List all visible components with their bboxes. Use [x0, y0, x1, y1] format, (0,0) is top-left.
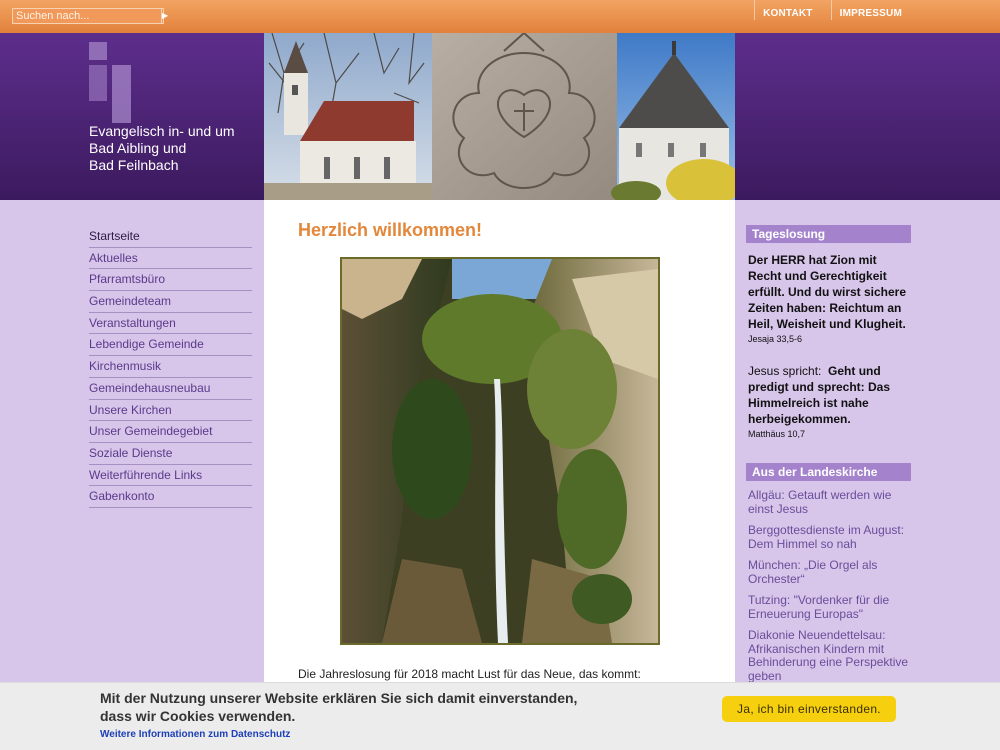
news-item-diakonie[interactable]: Diakonie Neuendettelsau: Afrikanischen K… — [748, 628, 911, 683]
news-item-muenchen-orgel[interactable]: München: „Die Orgel als Orchester“ — [748, 558, 911, 586]
tageslosung-verse-2: Jesus spricht: Geht und predigt und spre… — [748, 363, 911, 427]
nav-item-lebendige-gemeinde[interactable]: Lebendige Gemeinde — [89, 334, 252, 357]
tageslosung-verse-1: Der HERR hat Zion mit Recht und Gerechti… — [748, 253, 907, 331]
nav-item-gemeindeteam[interactable]: Gemeindeteam — [89, 291, 252, 313]
impressum-link[interactable]: IMPRESSUM — [830, 0, 1000, 20]
news-item-berggottesdienste[interactable]: Berggottesdienste im August: Dem Himmel … — [748, 523, 911, 551]
search-input[interactable] — [13, 9, 161, 23]
cookie-text-line-2: dass wir Cookies verwenden. — [100, 708, 296, 724]
news-item-allgaeu[interactable]: Allgäu: Getauft werden wie einst Jesus — [748, 488, 911, 516]
site-title[interactable]: Evangelisch in- und um Bad Aibling und B… — [89, 123, 235, 174]
top-links: KONTAKT IMPRESSUM — [754, 0, 1000, 20]
nav-item-soziale-dienste[interactable]: Soziale Dienste — [89, 443, 252, 465]
tageslosung-heading: Tageslosung — [746, 225, 911, 243]
jahreslosung-text: Die Jahreslosung für 2018 macht Lust für… — [298, 667, 641, 681]
nav-item-gemeindehausneubau[interactable]: Gemeindehausneubau — [89, 378, 252, 400]
header-banner-image — [264, 33, 735, 200]
site-title-line-1: Evangelisch in- und um — [89, 123, 235, 139]
news-item-tutzing[interactable]: Tutzing: "Vordenker für die Erneuerung E… — [748, 593, 911, 621]
main-navigation: Startseite Aktuelles Pfarramtsbüro Gemei… — [89, 226, 252, 508]
nav-item-aktuelles[interactable]: Aktuelles — [89, 248, 252, 270]
site-title-line-2: Bad Aibling und — [89, 140, 187, 156]
search-box: ▶ — [12, 8, 168, 24]
verse-2-prefix: Jesus spricht: — [748, 364, 822, 378]
search-arrow-icon[interactable]: ▶ — [161, 9, 168, 23]
page-title: Herzlich willkommen! — [298, 220, 483, 240]
accept-cookies-button[interactable]: Ja, ich bin einverstanden. — [722, 696, 896, 722]
nav-item-unsere-kirchen[interactable]: Unsere Kirchen — [89, 400, 252, 422]
tageslosung-ref-1: Jesaja 33,5-6 — [748, 334, 803, 344]
church-logo[interactable] — [89, 42, 131, 124]
cookie-notice-text: Mit der Nutzung unserer Website erklären… — [100, 689, 580, 725]
nav-item-unser-gemeindegebiet[interactable]: Unser Gemeindegebiet — [89, 421, 252, 443]
tageslosung-ref-2: Matthäus 10,7 — [748, 429, 806, 439]
top-bar: ▶ KONTAKT IMPRESSUM — [0, 0, 1000, 33]
main-content: Herzlich willkommen! Die Jahreslosung fü… — [264, 200, 735, 750]
nav-item-kirchenmusik[interactable]: Kirchenmusik — [89, 356, 252, 378]
kontakt-link[interactable]: KONTAKT — [754, 0, 831, 20]
right-sidebar: Tageslosung Der HERR hat Zion mit Recht … — [746, 225, 911, 683]
cookie-banner: Mit der Nutzung unserer Website erklären… — [0, 682, 1000, 750]
waterfall-photo — [340, 257, 660, 645]
site-header: Evangelisch in- und um Bad Aibling und B… — [0, 33, 1000, 200]
landeskirche-heading: Aus der Landeskirche — [746, 463, 911, 481]
privacy-info-link[interactable]: Weitere Informationen zum Datenschutz — [100, 729, 290, 740]
nav-item-gabenkonto[interactable]: Gabenkonto — [89, 486, 252, 508]
site-title-line-3: Bad Feilnbach — [89, 157, 179, 173]
nav-item-startseite[interactable]: Startseite — [89, 226, 252, 248]
nav-item-veranstaltungen[interactable]: Veranstaltungen — [89, 313, 252, 335]
cookie-text-line-1: Mit der Nutzung unserer Website erklären… — [100, 690, 578, 706]
nav-item-pfarramtsbuero[interactable]: Pfarramtsbüro — [89, 269, 252, 292]
nav-item-weiterfuehrende-links[interactable]: Weiterführende Links — [89, 465, 252, 487]
